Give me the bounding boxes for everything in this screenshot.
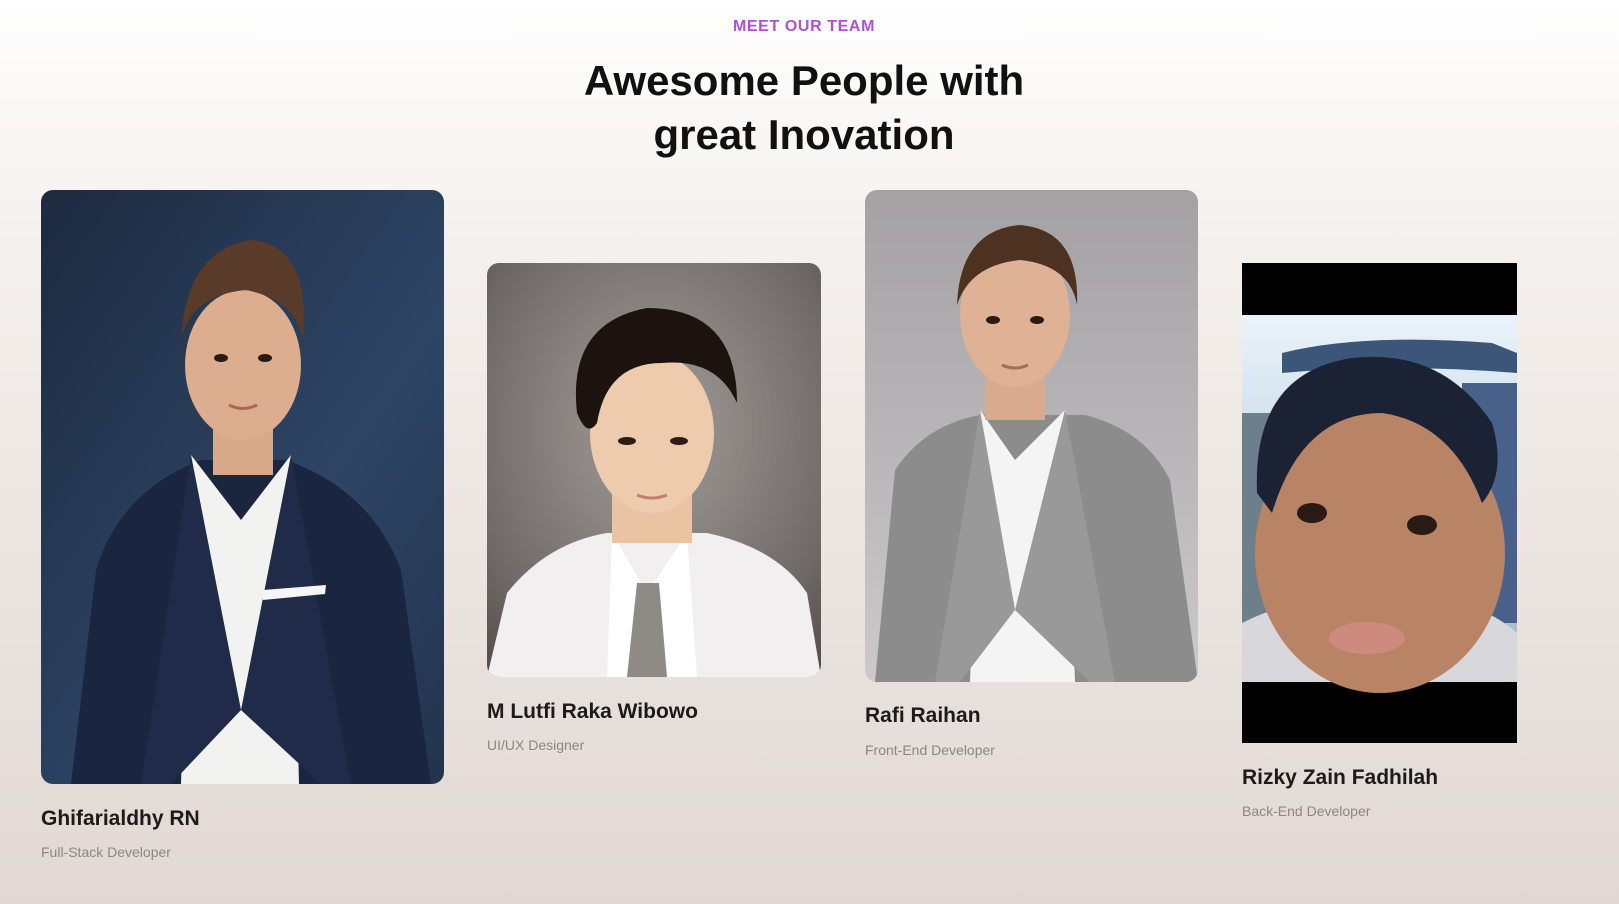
team-member-name: Rizky Zain Fadhilah	[1242, 766, 1439, 789]
team-member-photo	[487, 263, 821, 677]
section-title: Awesome People with great Inovation	[0, 54, 1608, 162]
team-member-name: Rafi Raihan	[865, 704, 981, 727]
section-title-line-2: great Inovation	[653, 111, 955, 158]
team-member-role: Front-End Developer	[865, 742, 995, 758]
section-title-line-1: Awesome People with	[583, 57, 1025, 104]
team-member-name: M Lutfi Raka Wibowo	[487, 700, 698, 723]
team-member-photo	[1242, 263, 1517, 743]
team-member-name: Ghifarialdhy RN	[41, 807, 200, 830]
section-eyebrow: MEET OUR TEAM	[732, 18, 876, 35]
team-member-photo	[41, 190, 444, 784]
team-member-photo	[865, 190, 1198, 682]
team-member-role: Back-End Developer	[1242, 803, 1371, 819]
team-member-role: UI/UX Designer	[487, 737, 585, 753]
team-member-role: Full-Stack Developer	[41, 844, 171, 860]
